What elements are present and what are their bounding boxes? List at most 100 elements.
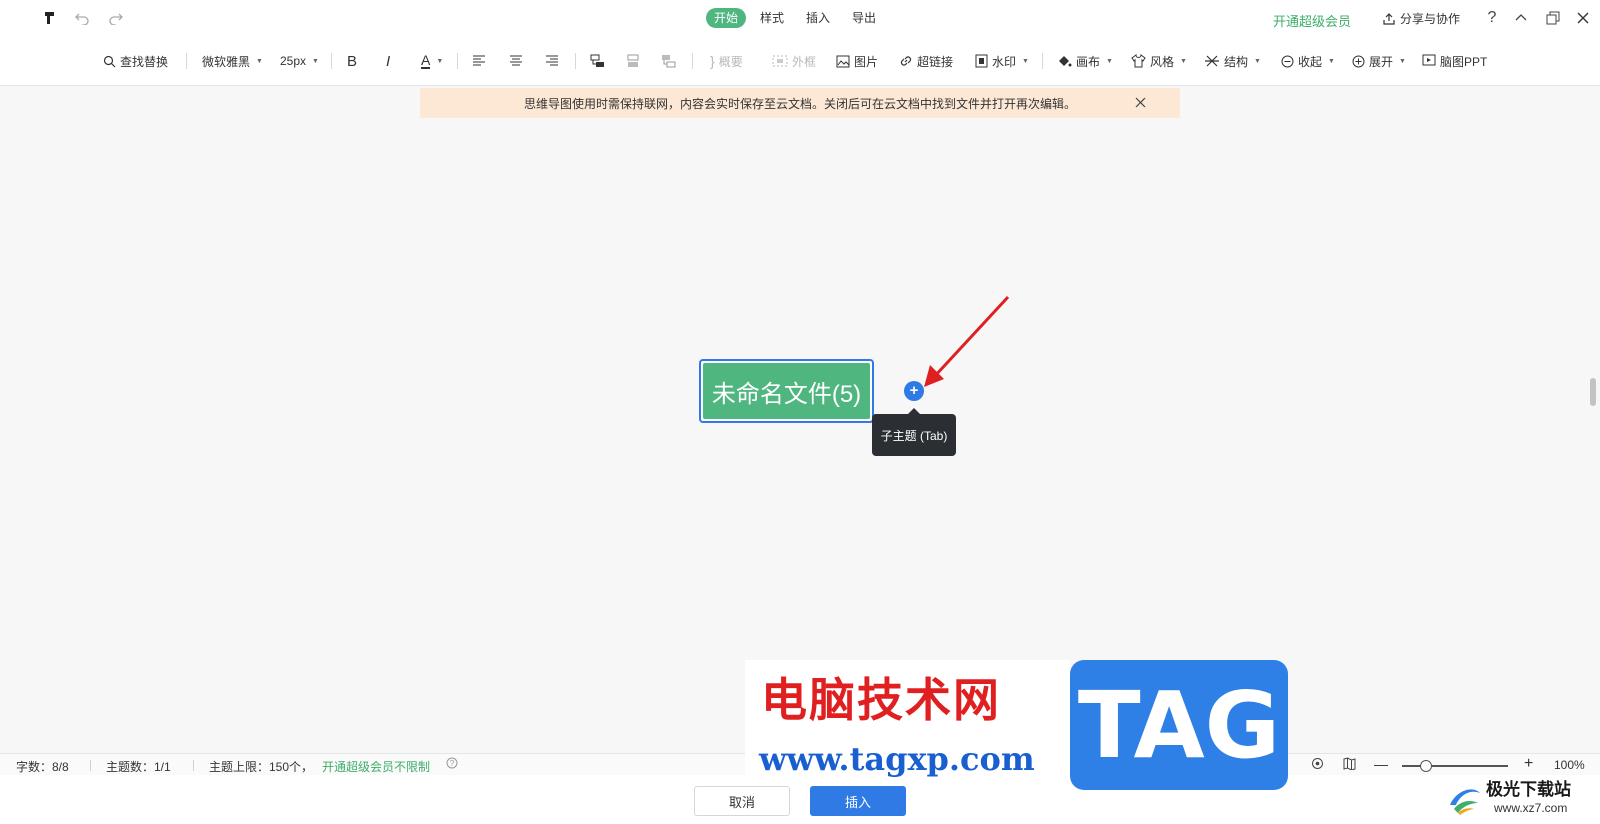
main-tabs: 开始 样式 插入 导出 xyxy=(706,8,884,28)
hyperlink-button[interactable]: 超链接 xyxy=(899,51,953,71)
mindmap-ppt-label: 脑图PPT xyxy=(1440,54,1488,69)
map-icon[interactable] xyxy=(1343,757,1356,773)
svg-text:?: ? xyxy=(450,759,455,768)
caret-down-icon: ▼ xyxy=(1106,57,1113,65)
divider xyxy=(1042,53,1043,69)
mindmap-ppt-button[interactable]: 脑图PPT xyxy=(1422,51,1487,71)
word-count: 字数：8/8 xyxy=(16,760,69,774)
tab-style[interactable]: 样式 xyxy=(752,8,792,28)
tab-insert[interactable]: 插入 xyxy=(798,8,838,28)
collapse-label: 收起 xyxy=(1298,54,1323,69)
align-left-icon[interactable] xyxy=(472,51,486,71)
red-arrow-annotation xyxy=(924,295,1010,387)
topic-limit: 主题上限：150个， xyxy=(209,760,314,774)
structure-button[interactable]: 结构 ▼ xyxy=(1204,51,1261,71)
minus-circle-icon xyxy=(1281,55,1294,67)
caret-down-icon: ▼ xyxy=(1254,57,1261,65)
locate-icon[interactable] xyxy=(1311,757,1324,773)
style-label: 风格 xyxy=(1150,54,1175,69)
image-button[interactable]: 图片 xyxy=(836,51,878,71)
site-watermark: 电脑技术网 www.tagxp.com TAG xyxy=(745,660,1295,790)
shirt-icon xyxy=(1131,54,1146,68)
font-family-select[interactable]: 微软雅黑 ▼ xyxy=(202,51,263,71)
aurora-logo-icon xyxy=(1450,789,1480,815)
zoom-out-icon[interactable]: — xyxy=(1374,756,1388,772)
divider xyxy=(186,53,187,69)
corner-watermark: 极光下载站 www.xz7.com xyxy=(1436,775,1600,824)
search-icon xyxy=(103,55,116,67)
redo-icon[interactable] xyxy=(106,8,126,28)
bold-button[interactable]: B xyxy=(347,51,357,71)
style-button[interactable]: 风格 ▼ xyxy=(1131,51,1187,71)
top-bar: 开始 样式 插入 导出 开通超级会员 分享与协作 ? xyxy=(0,0,1600,36)
align-center-icon[interactable] xyxy=(509,51,523,71)
unlimited-vip-link[interactable]: 开通超级会员不限制 xyxy=(322,758,430,775)
add-child-topic-icon[interactable] xyxy=(590,51,605,71)
image-label: 图片 xyxy=(854,54,879,69)
collapse-button[interactable]: 收起 ▼ xyxy=(1281,51,1335,71)
root-topic-node[interactable]: 未命名文件(5) xyxy=(699,359,874,423)
chevron-up-icon[interactable] xyxy=(1511,8,1531,28)
add-parent-topic-icon[interactable] xyxy=(661,51,676,71)
caret-down-icon: ▼ xyxy=(312,57,319,65)
zoom-level: 100% xyxy=(1554,758,1585,772)
summary-label: 概要 xyxy=(718,54,743,69)
summary-button[interactable]: } 概要 xyxy=(710,51,743,71)
font-size-value: 25px xyxy=(280,54,307,68)
cloud-save-notice: 思维导图使用时需保持联网，内容会实时保存至云文档。关闭后可在云文档中找到文件并打… xyxy=(420,88,1180,118)
share-label: 分享与协作 xyxy=(1400,12,1461,26)
font-family-value: 微软雅黑 xyxy=(202,54,251,69)
caret-down-icon: ▼ xyxy=(1180,57,1187,65)
zoom-slider[interactable] xyxy=(1402,765,1508,767)
paint-bucket-icon xyxy=(1059,56,1072,67)
caret-down-icon: ▼ xyxy=(256,57,263,65)
question-icon[interactable]: ? xyxy=(1482,8,1502,28)
bold-label: B xyxy=(347,52,358,70)
watermark-button[interactable]: 水印 ▼ xyxy=(975,51,1029,71)
find-replace-label: 查找替换 xyxy=(120,54,169,69)
italic-label: I xyxy=(386,52,391,70)
corner-site-name: 极光下载站 xyxy=(1486,780,1571,799)
watermark-site-url: www.tagxp.com xyxy=(759,740,1035,778)
dialog-footer: 取消 插入 xyxy=(0,775,1600,824)
font-size-select[interactable]: 25px ▼ xyxy=(280,51,319,71)
mindmap-canvas[interactable] xyxy=(0,118,1600,753)
add-sibling-topic-icon[interactable] xyxy=(626,51,640,71)
vip-link[interactable]: 开通超级会员 xyxy=(1273,11,1351,30)
tab-start[interactable]: 开始 xyxy=(706,8,747,28)
zoom-slider-handle[interactable] xyxy=(1420,760,1432,772)
font-color-button[interactable]: A ▼ xyxy=(421,51,443,71)
frame-button[interactable]: 外框 xyxy=(772,51,816,71)
share-button[interactable]: 分享与协作 xyxy=(1382,10,1460,27)
italic-button[interactable]: I xyxy=(386,51,390,71)
caret-down-icon: ▼ xyxy=(1399,57,1406,65)
close-icon[interactable] xyxy=(1132,94,1148,110)
link-icon xyxy=(900,56,912,66)
zoom-in-icon[interactable]: + xyxy=(1524,755,1533,773)
tab-export[interactable]: 导出 xyxy=(844,8,884,28)
help-circle-icon[interactable]: ? xyxy=(446,757,458,772)
undo-icon[interactable] xyxy=(72,8,92,28)
presentation-icon xyxy=(1422,54,1436,66)
image-icon xyxy=(836,55,850,67)
watermark-label: 水印 xyxy=(992,54,1017,69)
find-replace-button[interactable]: 查找替换 xyxy=(103,51,168,71)
canvas-label: 画布 xyxy=(1076,54,1101,69)
caret-down-icon: ▼ xyxy=(436,57,444,65)
cancel-button[interactable]: 取消 xyxy=(694,786,790,816)
caret-down-icon: ▼ xyxy=(1328,57,1335,65)
corner-site-url: www.xz7.com xyxy=(1494,801,1568,815)
watermark-site-name: 电脑技术网 xyxy=(761,673,1001,727)
format-painter-icon[interactable] xyxy=(40,8,60,28)
align-right-icon[interactable] xyxy=(545,51,559,71)
vertical-scrollbar[interactable] xyxy=(1590,378,1596,406)
divider xyxy=(575,53,576,69)
close-icon[interactable] xyxy=(1573,8,1593,28)
insert-button[interactable]: 插入 xyxy=(810,786,906,816)
canvas-button[interactable]: 画布 ▼ xyxy=(1057,51,1113,71)
watermark-tag-badge: TAG xyxy=(1070,660,1288,790)
restore-window-icon[interactable] xyxy=(1543,8,1563,28)
plus-circle-icon xyxy=(1352,55,1365,67)
expand-button[interactable]: 展开 ▼ xyxy=(1352,51,1406,71)
caret-down-icon: ▼ xyxy=(1022,57,1029,65)
